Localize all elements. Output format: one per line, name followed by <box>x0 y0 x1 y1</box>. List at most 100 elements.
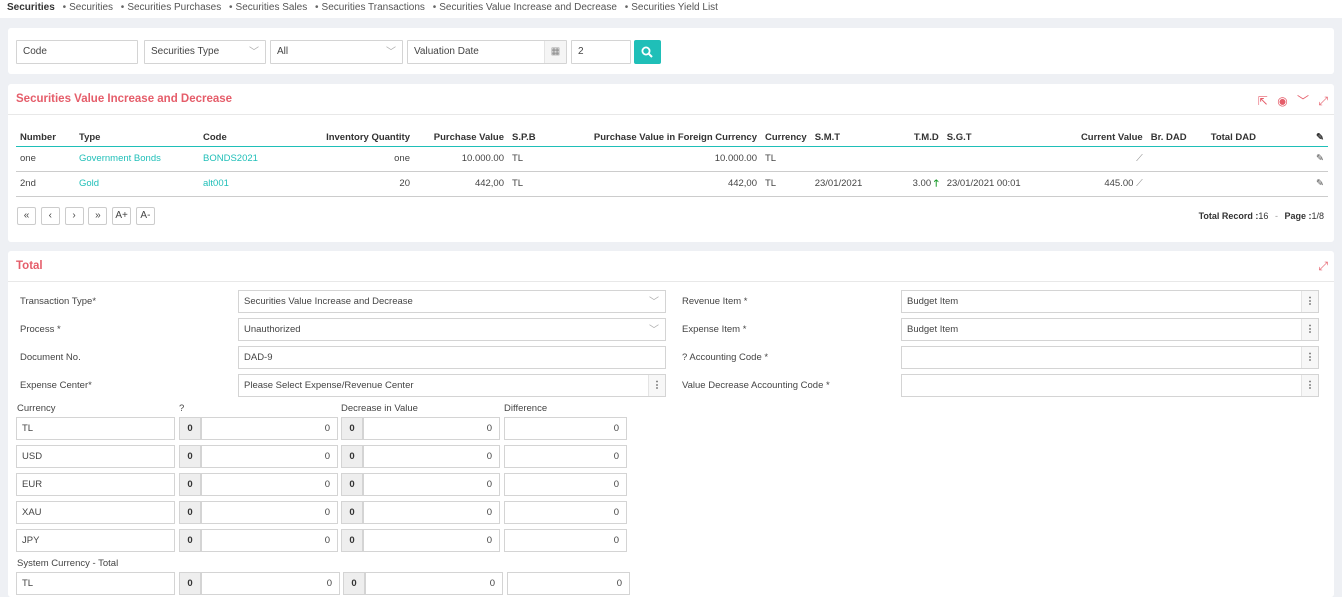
difference-input[interactable]: 0 <box>504 473 627 496</box>
chevron-down-icon: ﹀ <box>249 47 259 58</box>
font-increase-button[interactable]: A+ <box>112 207 132 225</box>
code-input[interactable]: Code <box>16 40 138 64</box>
cell-quantity: one <box>287 146 414 172</box>
col-total-dad[interactable]: Total DAD <box>1206 129 1267 147</box>
col-purchase-value-foreign[interactable]: Purchase Value in Foreign Currency <box>548 129 761 147</box>
all-select[interactable]: All ﹀ <box>270 40 403 64</box>
decrease-input[interactable]: 0 <box>363 529 500 552</box>
last-page-button[interactable]: » <box>88 207 108 225</box>
nav-securities-transactions[interactable]: Securities Transactions <box>322 2 425 13</box>
valuation-date-placeholder: Valuation Date <box>414 46 479 57</box>
col-number[interactable]: Number <box>16 129 75 147</box>
collapse-chevron-icon[interactable]: ﹀ <box>1297 94 1309 108</box>
system-decrease-input[interactable]: 0 <box>365 572 503 595</box>
more-vertical-icon[interactable]: ⋮ <box>1301 291 1318 312</box>
table-row[interactable]: one Government Bonds BONDS2021 one 10.00… <box>16 146 1328 172</box>
col-currency[interactable]: Currency <box>761 129 811 147</box>
currency-prefix: 0 <box>179 529 201 552</box>
col-br-dad[interactable]: Br. DAD <box>1146 129 1207 147</box>
search-button[interactable] <box>634 40 661 64</box>
decrease-input[interactable]: 0 <box>363 445 500 468</box>
more-vertical-icon[interactable]: ⋮ <box>1301 319 1318 340</box>
expense-item-input[interactable]: Budget Item ⋮ <box>901 318 1319 341</box>
chevron-down-icon: ﹀ <box>386 47 396 58</box>
edit-pencil-icon[interactable]: ✎ <box>1316 178 1324 189</box>
difference-input[interactable]: 0 <box>504 417 627 440</box>
difference-input[interactable]: 0 <box>504 501 627 524</box>
export-icon[interactable]: ⇱ <box>1258 94 1268 108</box>
transaction-type-select[interactable]: Securities Value Increase and Decrease ﹀ <box>238 290 666 313</box>
cell-type-link[interactable]: Government Bonds <box>75 146 199 172</box>
accounting-code-input[interactable]: ⋮ <box>901 346 1319 369</box>
trend-icon[interactable]: ⟋ <box>1136 153 1143 164</box>
expand-icon[interactable]: ⤢ <box>1318 259 1328 273</box>
currency-header: Currency <box>17 403 56 414</box>
col-tmd[interactable]: T.M.D <box>872 129 943 147</box>
col-spb[interactable]: S.P.B <box>508 129 548 147</box>
col-code[interactable]: Code <box>199 129 287 147</box>
value-decrease-accounting-code-input[interactable]: ⋮ <box>901 374 1319 397</box>
nav-securities-purchases[interactable]: Securities Purchases <box>127 2 221 13</box>
nav-yield-list[interactable]: Securities Yield List <box>631 2 718 13</box>
cell-type-link[interactable]: Gold <box>75 171 199 197</box>
currency-field[interactable]: XAU <box>16 501 175 524</box>
system-amount-input[interactable]: 0 <box>201 572 340 595</box>
first-page-button[interactable]: « <box>17 207 36 225</box>
decrease-input[interactable]: 0 <box>363 473 500 496</box>
trend-icon[interactable]: ⟋ <box>1136 178 1143 189</box>
decrease-input[interactable]: 0 <box>363 501 500 524</box>
difference-input[interactable]: 0 <box>504 529 627 552</box>
currency-prefix: 0 <box>179 572 201 595</box>
system-difference-input[interactable]: 0 <box>507 572 630 595</box>
document-no-input[interactable]: DAD-9 <box>238 346 666 369</box>
eye-icon[interactable]: ◉ <box>1277 94 1287 108</box>
decrease-input[interactable]: 0 <box>363 417 500 440</box>
col-smt[interactable]: S.M.T <box>810 129 873 147</box>
process-select[interactable]: Unauthorized ﹀ <box>238 318 666 341</box>
valuation-date-input[interactable]: Valuation Date ▦ <box>407 40 567 64</box>
number-input[interactable]: 2 <box>571 40 631 64</box>
currency-field[interactable]: USD <box>16 445 175 468</box>
more-vertical-icon[interactable]: ⋮ <box>1301 375 1318 396</box>
currency-prefix: 0 <box>343 572 365 595</box>
expense-item-value: Budget Item <box>907 324 959 335</box>
col-sgt[interactable]: S.G.T <box>942 129 1043 147</box>
amount-input[interactable]: 0 <box>201 417 338 440</box>
expense-center-input[interactable]: Please Select Expense/Revenue Center ⋮ <box>238 374 666 397</box>
currency-field[interactable]: JPY <box>16 529 175 552</box>
amount-input[interactable]: 0 <box>201 445 338 468</box>
col-current-value[interactable]: Current Value <box>1042 129 1147 147</box>
edit-pencil-icon[interactable]: ✎ <box>1316 153 1324 164</box>
system-currency-total-label: System Currency - Total <box>17 558 119 569</box>
system-currency-field[interactable]: TL <box>16 572 175 595</box>
more-vertical-icon[interactable]: ⋮ <box>1301 347 1318 368</box>
amount-input[interactable]: 0 <box>201 501 338 524</box>
col-purchase-value[interactable]: Purchase Value <box>414 129 508 147</box>
next-page-button[interactable]: › <box>64 207 84 225</box>
font-decrease-button[interactable]: A- <box>135 207 155 225</box>
table-row[interactable]: 2nd Gold alt001 20 442,00 TL 442,00 TL 2… <box>16 171 1328 197</box>
cell-code-link[interactable]: BONDS2021 <box>199 146 287 172</box>
prev-page-button[interactable]: ‹ <box>40 207 60 225</box>
difference-input[interactable]: 0 <box>504 445 627 468</box>
list-panel: Securities Value Increase and Decrease ⇱… <box>8 84 1334 242</box>
more-vertical-icon[interactable]: ⋮ <box>648 375 665 396</box>
currency-field[interactable]: TL <box>16 417 175 440</box>
col-inventory-quantity[interactable]: Inventory Quantity <box>287 129 414 147</box>
bullet-icon: • <box>315 2 319 13</box>
amount-input[interactable]: 0 <box>201 473 338 496</box>
cell-code-link[interactable]: alt001 <box>199 171 287 197</box>
calendar-icon[interactable]: ▦ <box>544 41 566 63</box>
currency-field[interactable]: EUR <box>16 473 175 496</box>
nav-value-increase-decrease[interactable]: Securities Value Increase and Decrease <box>439 2 617 13</box>
nav-securities-main[interactable]: Securities <box>7 2 55 13</box>
expand-icon[interactable]: ⤢ <box>1318 94 1328 108</box>
nav-securities[interactable]: Securities <box>69 2 113 13</box>
col-type[interactable]: Type <box>75 129 199 147</box>
revenue-item-input[interactable]: Budget Item ⋮ <box>901 290 1319 313</box>
amount-input[interactable]: 0 <box>201 529 338 552</box>
cell-br-dad <box>1146 146 1207 172</box>
nav-securities-sales[interactable]: Securities Sales <box>236 2 308 13</box>
securities-type-select[interactable]: Securities Type ﹀ <box>144 40 266 64</box>
value-decrease-accounting-code-label: Value Decrease Accounting Code * <box>682 380 830 391</box>
